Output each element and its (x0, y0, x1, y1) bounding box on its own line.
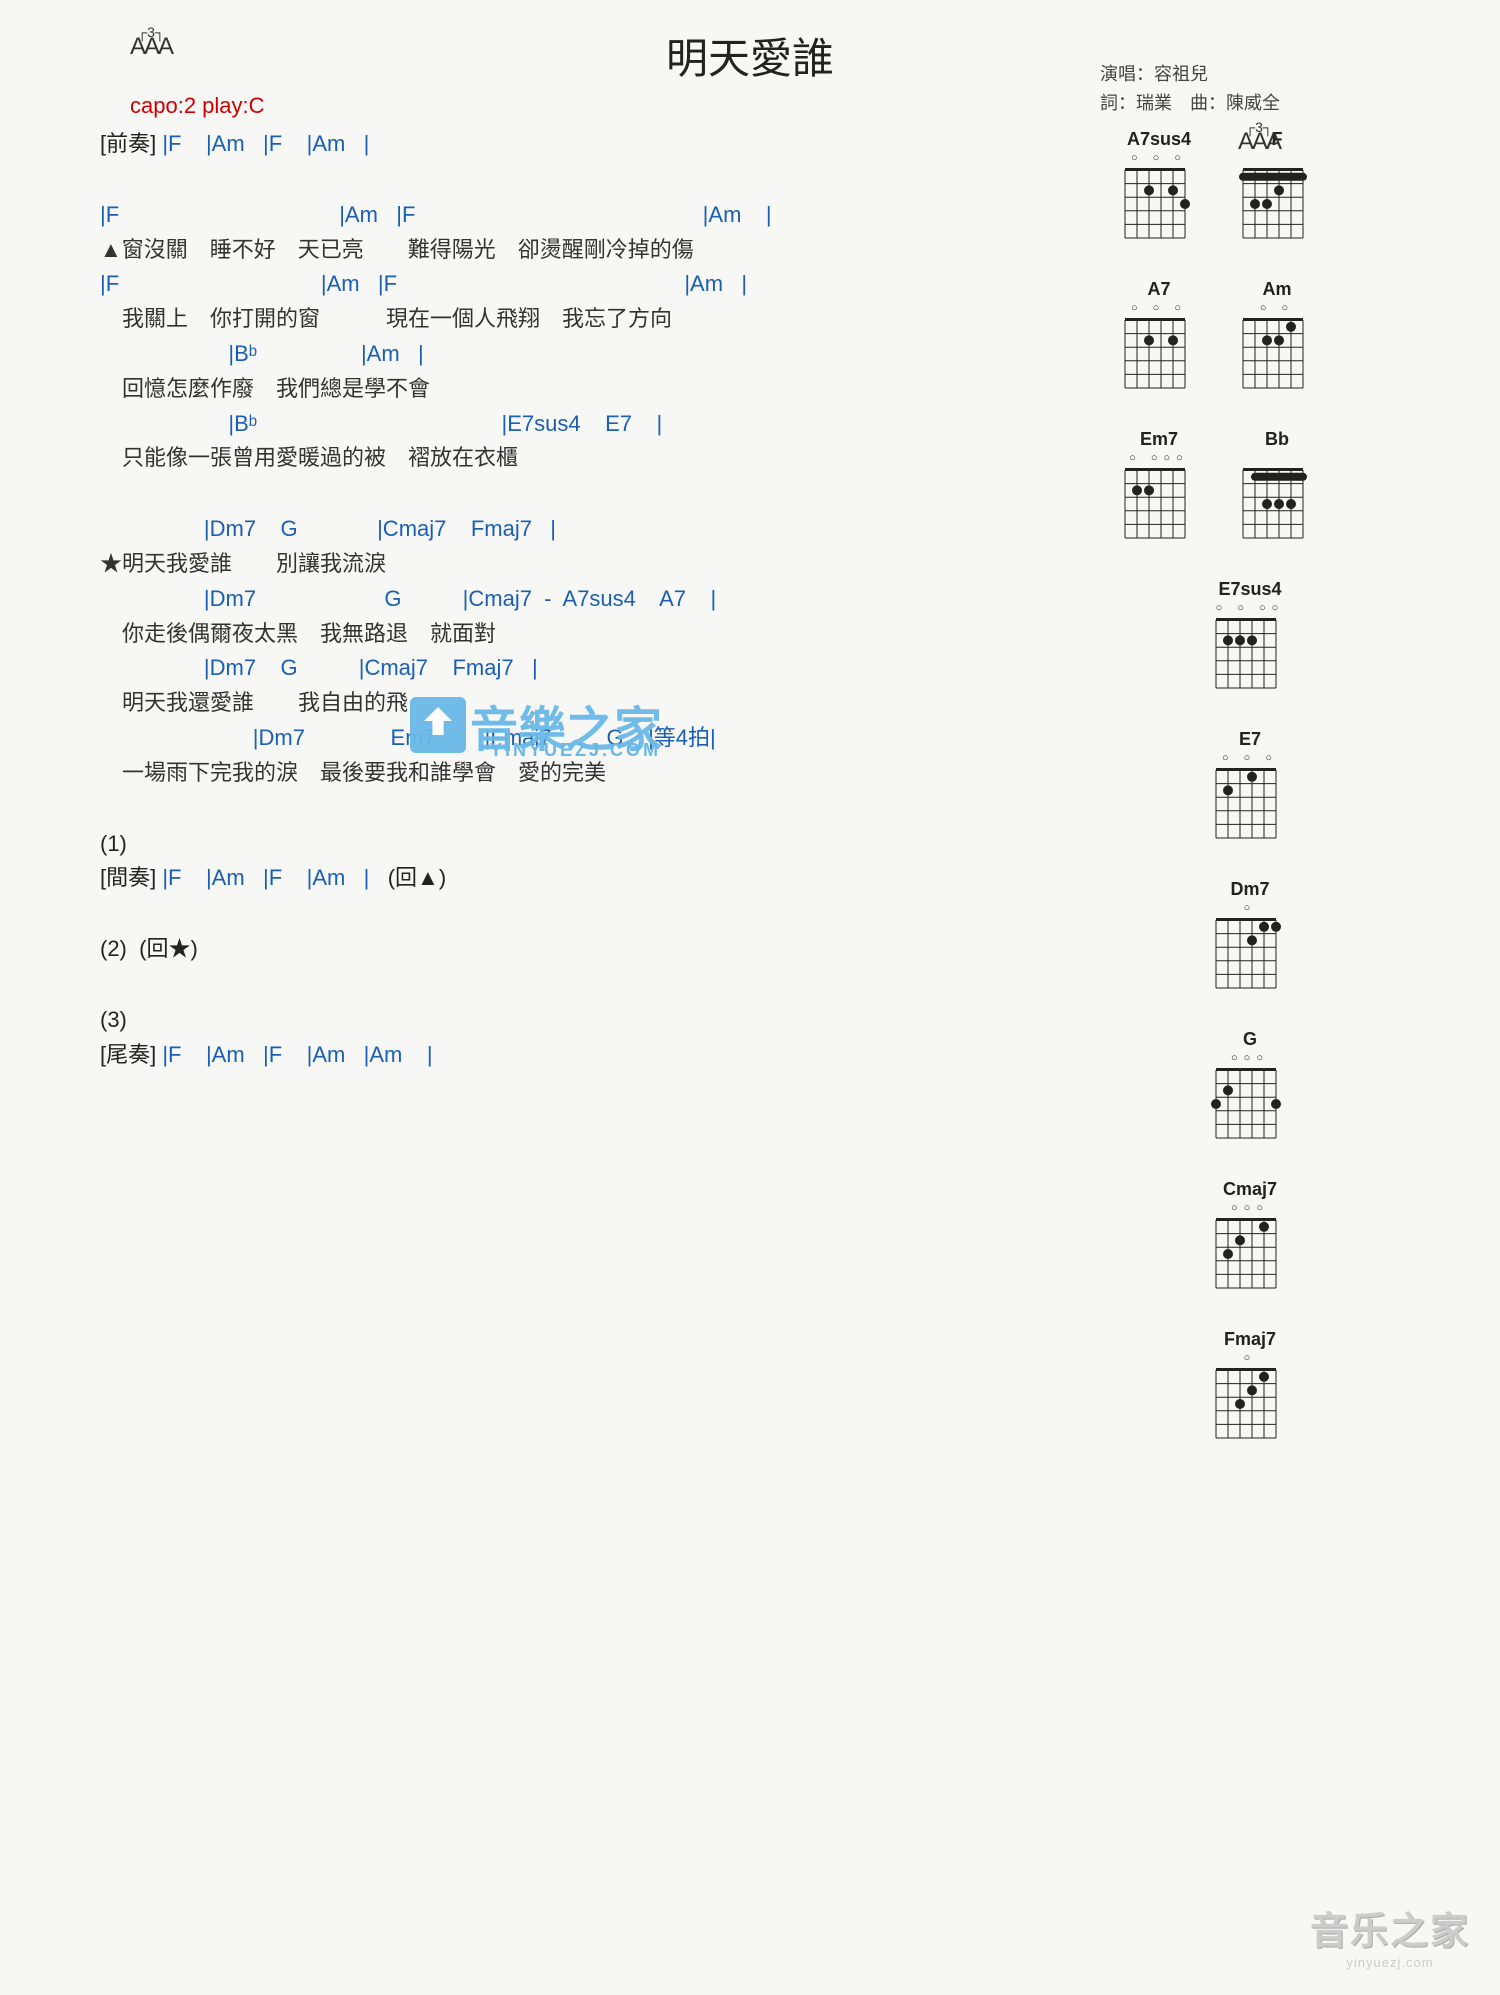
fretboard-icon (1120, 164, 1198, 249)
chord-diagram-bb: Bb (1238, 429, 1316, 549)
chord-diagram-row: Fmaj7 ○ (1120, 1329, 1460, 1449)
fretboard-icon (1211, 1064, 1289, 1149)
section-line: [間奏] |F |Am |F |Am | (回▲) (100, 863, 1100, 894)
chord-diagram-dm7: Dm7 ○ (1211, 879, 1289, 999)
chord-diagram-row: A7sus4 ○ ○ ○F (1120, 129, 1460, 249)
chord-line: |Dm7 G |Cmaj7 - A7sus4 A7 | (100, 584, 1100, 615)
chord-diagram-row: G ○○○ (1120, 1029, 1460, 1149)
fretboard-icon (1211, 614, 1289, 699)
section-line: [前奏] |F |Am |F |Am | (100, 129, 1100, 160)
chord-diagram-cmaj7: Cmaj7 ○○○ (1211, 1179, 1289, 1299)
fretboard-icon (1120, 314, 1198, 399)
chord-diagram-a7sus4: A7sus4 ○ ○ ○ (1120, 129, 1198, 249)
chord-diagram-fmaj7: Fmaj7 ○ (1211, 1329, 1289, 1449)
lyric-line: 明天我還愛誰 我自由的飛 (100, 688, 1100, 719)
chord-diagram-row: Dm7 ○ (1120, 879, 1460, 999)
fretboard-icon (1238, 464, 1316, 549)
chord-diagram-e7: E7○ ○ ○ (1211, 729, 1289, 849)
chord-diagram-column: A7sus4 ○ ○ ○F A7 ○ ○ ○ Am ○ ○ Em7○ ○○○ Bb E7s… (1100, 129, 1460, 1479)
chord-line: |F |Am |F |Am | (100, 269, 1100, 300)
capo-icon-left: ┌3┐ AAA (130, 35, 172, 59)
lyric-line: 回憶怎麼作廢 我們總是學不會 (100, 374, 1100, 405)
chord-sheet-page: ┌3┐ AAA 明天愛誰 演唱：容祖兒 詞：瑞業 曲：陳威全 ┌3┐ AAA c… (0, 0, 1500, 1995)
section-line: (3) (100, 1005, 1100, 1036)
chord-diagram-row: Em7○ ○○○ Bb (1120, 429, 1460, 549)
section-line: [尾奏] |F |Am |F |Am |Am | (100, 1040, 1100, 1071)
fretboard-icon (1211, 1364, 1289, 1449)
lyric-line: ★明天我愛誰 別讓我流淚 (100, 549, 1100, 580)
song-meta: 演唱：容祖兒 詞：瑞業 曲：陳威全 (1100, 60, 1280, 118)
lyric-line: 只能像一張曾用愛暖過的被 褶放在衣櫃 (100, 443, 1100, 474)
credits-label: 詞：瑞業 曲：陳威全 (1100, 89, 1280, 118)
singer-label: 演唱：容祖兒 (1100, 60, 1280, 89)
section-line: (2) (回★) (100, 934, 1100, 965)
chord-diagram-row: E7○ ○ ○ (1120, 729, 1460, 849)
spacer (100, 164, 1100, 200)
chord-diagram-row: Cmaj7 ○○○ (1120, 1179, 1460, 1299)
spacer (100, 793, 1100, 829)
chord-diagram-e7sus4: E7sus4○ ○ ○○ (1211, 579, 1289, 699)
chord-line: |Bᵇ |E7sus4 E7 | (100, 409, 1100, 440)
chord-diagram-row: A7 ○ ○ ○ Am ○ ○ (1120, 279, 1460, 399)
chord-line: |Bᵇ |Am | (100, 339, 1100, 370)
fretboard-icon (1211, 914, 1289, 999)
fretboard-icon (1120, 464, 1198, 549)
chord-diagram-row: E7sus4○ ○ ○○ (1120, 579, 1460, 699)
lyric-line: 一場雨下完我的淚 最後要我和誰學會 愛的完美 (100, 758, 1100, 789)
watermark-url: YINYUEZJ.COM (490, 740, 661, 761)
fretboard-icon (1211, 1214, 1289, 1299)
footer-watermark: 音乐之家 yinyuezj.com (1310, 1900, 1470, 1970)
chord-diagram-em7: Em7○ ○○○ (1120, 429, 1198, 549)
chord-line: |F |Am |F |Am | (100, 200, 1100, 231)
chord-diagram-g: G ○○○ (1211, 1029, 1289, 1149)
lyric-line: ▲窗沒關 睡不好 天已亮 難得陽光 卻燙醒剛冷掉的傷 (100, 235, 1100, 266)
lyric-line: 我關上 你打開的窗 現在一個人飛翔 我忘了方向 (100, 304, 1100, 335)
chord-line: |Dm7 G |Cmaj7 Fmaj7 | (100, 653, 1100, 684)
lyric-line: 你走後偶爾夜太黑 我無路退 就面對 (100, 619, 1100, 650)
fretboard-icon (1211, 764, 1289, 849)
chord-diagram-am: Am ○ ○ (1238, 279, 1316, 399)
main-content: [前奏] |F |Am |F |Am ||F |Am |F |Am |▲窗沒關 … (40, 129, 1460, 1479)
fretboard-icon (1238, 314, 1316, 399)
chord-diagram-a7: A7 ○ ○ ○ (1120, 279, 1198, 399)
capo-icon-right: ┌3┐ AAA (1238, 130, 1280, 154)
spacer (100, 478, 1100, 514)
spacer (100, 969, 1100, 1005)
fretboard-icon (1238, 164, 1316, 249)
chord-line: |Dm7 G |Cmaj7 Fmaj7 | (100, 514, 1100, 545)
lyrics-column: [前奏] |F |Am |F |Am ||F |Am |F |Am |▲窗沒關 … (40, 129, 1100, 1479)
section-line: (1) (100, 829, 1100, 860)
spacer (100, 898, 1100, 934)
